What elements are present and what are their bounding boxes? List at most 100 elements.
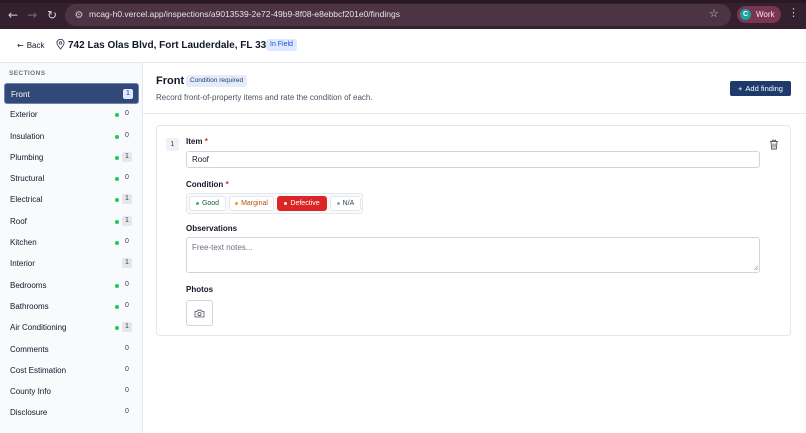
page-title: Front bbox=[156, 75, 185, 87]
count-badge: 0 bbox=[125, 387, 129, 395]
profile-name: Work bbox=[756, 10, 775, 19]
condition-defective-label: Defective bbox=[290, 200, 320, 207]
sidebar-item-label: Roof bbox=[10, 216, 27, 226]
count-badge: 0 bbox=[125, 110, 129, 118]
required-asterisk: * bbox=[204, 137, 208, 146]
camera-icon bbox=[194, 309, 205, 317]
star-icon[interactable]: ☆ bbox=[709, 7, 719, 20]
sections-list: Front 1 Exterior 0 Insulation 0 Plumbing 1 Struc… bbox=[4, 83, 139, 424]
count-badge: 0 bbox=[125, 131, 129, 139]
required-asterisk: * bbox=[225, 180, 229, 189]
site-settings-icon[interactable]: ⚙ bbox=[72, 8, 86, 22]
condition-required-badge: Condition required bbox=[186, 75, 248, 87]
count-badge: 0 bbox=[125, 344, 129, 352]
sidebar-item-interior[interactable]: Interior 1 bbox=[4, 253, 139, 274]
condition-selector: Good Marginal Defective N/A bbox=[186, 193, 363, 214]
sidebar-item-comments[interactable]: Comments 0 bbox=[4, 339, 139, 360]
sidebar-item-plumbing[interactable]: Plumbing 1 bbox=[4, 147, 139, 168]
condition-good-button[interactable]: Good bbox=[189, 196, 226, 211]
count-badge: 1 bbox=[122, 194, 132, 205]
status-dot bbox=[115, 177, 119, 182]
sidebar-item-kitchen[interactable]: Kitchen 0 bbox=[4, 232, 139, 253]
status-badge: In Field bbox=[266, 39, 297, 51]
status-dot bbox=[336, 202, 340, 205]
item-input[interactable]: Roof bbox=[186, 151, 760, 168]
status-dot bbox=[235, 202, 239, 205]
app-header: ← Back 742 Las Olas Blvd, Fort Lauderdal… bbox=[0, 29, 806, 63]
back-button[interactable]: ← Back bbox=[17, 41, 45, 50]
status-dot bbox=[115, 326, 119, 331]
status-dot bbox=[115, 283, 119, 288]
sidebar-item-county-info[interactable]: County Info 0 bbox=[4, 381, 139, 402]
tab-strip bbox=[0, 0, 806, 3]
sidebar-item-label: Cost Estimation bbox=[10, 365, 67, 375]
sidebar-item-label: Exterior bbox=[10, 110, 38, 120]
sidebar-item-label: Kitchen bbox=[10, 238, 37, 248]
status-dot bbox=[115, 219, 119, 224]
observations-label: Observations bbox=[186, 224, 238, 233]
plus-icon: + bbox=[738, 84, 743, 93]
sidebar-item-label: County Info bbox=[10, 387, 51, 397]
status-dot bbox=[115, 304, 119, 309]
condition-good-label: Good bbox=[201, 200, 220, 207]
photos-label: Photos bbox=[186, 285, 214, 294]
sidebar-item-insulation[interactable]: Insulation 0 bbox=[4, 126, 139, 147]
sidebar-item-label: Air Conditioning bbox=[10, 323, 67, 333]
sidebar-item-air-conditioning[interactable]: Air Conditioning 1 bbox=[4, 317, 139, 338]
add-finding-label: Add finding bbox=[745, 84, 783, 93]
observations-textarea[interactable]: Free-text notes... bbox=[186, 237, 760, 273]
sidebar-item-exterior[interactable]: Exterior 0 bbox=[4, 104, 139, 125]
back-label: Back bbox=[26, 41, 45, 50]
resize-handle-icon[interactable] bbox=[753, 265, 759, 271]
count-badge: 0 bbox=[125, 301, 129, 309]
map-pin-icon bbox=[56, 39, 65, 50]
back-arrow-icon[interactable]: ← bbox=[3, 5, 23, 25]
sidebar-item-label: Bathrooms bbox=[10, 301, 49, 311]
url-text[interactable]: mcag-h0.vercel.app/inspections/a9013539-… bbox=[89, 9, 400, 19]
condition-marginal-label: Marginal bbox=[241, 200, 268, 207]
count-badge: 1 bbox=[122, 151, 132, 162]
count-badge: 0 bbox=[125, 365, 129, 373]
sidebar-item-roof[interactable]: Roof 1 bbox=[4, 211, 139, 232]
address-bar[interactable]: ⚙ mcag-h0.vercel.app/inspections/a901353… bbox=[65, 4, 731, 26]
condition-label-text: Condition bbox=[186, 180, 224, 189]
item-label-text: Item bbox=[186, 137, 203, 146]
count-badge: 1 bbox=[123, 89, 133, 99]
kebab-menu-icon[interactable]: ⋮ bbox=[788, 6, 799, 19]
property-address: 742 Las Olas Blvd, Fort Lauderdale, FL 3… bbox=[68, 40, 283, 51]
sidebar-item-label: Plumbing bbox=[10, 152, 44, 162]
sidebar-item-label: Comments bbox=[10, 344, 49, 354]
status-dot bbox=[195, 202, 199, 205]
sidebar-title: SECTIONS bbox=[9, 70, 46, 77]
sidebar-item-front[interactable]: Front 1 bbox=[4, 83, 139, 105]
avatar: C bbox=[740, 9, 751, 20]
sidebar-item-label: Structural bbox=[10, 174, 45, 184]
sidebar-item-bathrooms[interactable]: Bathrooms 0 bbox=[4, 296, 139, 317]
finding-card: 1 Item * Roof Condition * Good Marginal … bbox=[156, 125, 791, 336]
profile-button[interactable]: C Work bbox=[737, 6, 781, 23]
sidebar-item-bedrooms[interactable]: Bedrooms 0 bbox=[4, 275, 139, 296]
sidebar-item-disclosure[interactable]: Disclosure 0 bbox=[4, 402, 139, 423]
item-label: Item * bbox=[186, 137, 208, 146]
count-badge: 0 bbox=[125, 408, 129, 416]
trash-icon[interactable] bbox=[769, 139, 779, 150]
condition-defective-button[interactable]: Defective bbox=[277, 196, 327, 211]
sidebar-item-structural[interactable]: Structural 0 bbox=[4, 168, 139, 189]
arrow-left-icon: ← bbox=[17, 41, 24, 50]
count-badge: 1 bbox=[122, 258, 132, 269]
condition-label: Condition * bbox=[186, 180, 229, 189]
status-dot bbox=[284, 202, 288, 205]
add-finding-button[interactable]: + Add finding bbox=[730, 81, 791, 96]
status-dot bbox=[115, 134, 119, 139]
count-badge: 0 bbox=[125, 238, 129, 246]
count-badge: 1 bbox=[122, 322, 132, 333]
condition-na-button[interactable]: N/A bbox=[330, 196, 361, 211]
sidebar-item-label: Insulation bbox=[10, 131, 45, 141]
reload-icon[interactable]: ↻ bbox=[42, 5, 62, 25]
sidebar-item-cost-estimation[interactable]: Cost Estimation 0 bbox=[4, 360, 139, 381]
forward-arrow-icon[interactable]: → bbox=[22, 5, 42, 25]
condition-marginal-button[interactable]: Marginal bbox=[229, 196, 274, 211]
status-dot bbox=[115, 155, 119, 160]
sidebar-item-electrical[interactable]: Electrical 1 bbox=[4, 189, 139, 210]
add-photo-button[interactable] bbox=[186, 300, 213, 326]
